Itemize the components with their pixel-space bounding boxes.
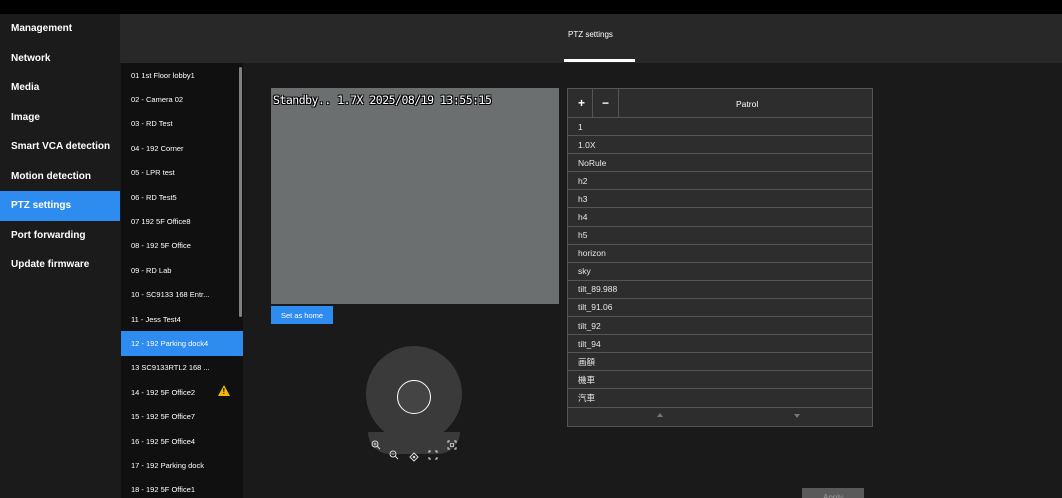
patrol-title: Patrol <box>736 99 759 109</box>
patrol-item[interactable]: h3 <box>568 190 872 209</box>
scroll-down-icon[interactable] <box>794 414 800 418</box>
joystick-knob[interactable] <box>397 380 431 414</box>
ptz-joystick[interactable] <box>366 346 462 462</box>
patrol-item[interactable]: NoRule <box>568 154 872 173</box>
camera-list-item[interactable]: 17 - 192 Parking dock <box>121 453 243 477</box>
camera-list-item[interactable]: 05 - LPR test <box>121 161 243 185</box>
settings-nav: Management Network Media Image Smart VCA… <box>0 14 120 498</box>
patrol-item[interactable]: sky <box>568 263 872 281</box>
camera-list-item[interactable]: 04 - 192 Corner <box>121 136 243 160</box>
patrol-item[interactable]: tilt_89.988 <box>568 281 872 299</box>
camera-list-item[interactable]: 18 - 192 5F Office1 <box>121 478 243 498</box>
patrol-item[interactable]: tilt_94 <box>568 335 872 354</box>
patrol-pager <box>568 406 872 426</box>
add-patrol-button[interactable]: + <box>571 89 593 117</box>
camera-list-item[interactable]: 13 SC9133RTL2 168 ... <box>121 356 243 380</box>
patrol-panel: + − Patrol 1 1.0X NoRule h2 h3 h4 h5 hor… <box>567 88 873 427</box>
camera-list-item[interactable]: 08 - 192 5F Office <box>121 234 243 258</box>
nav-item-ptz-settings[interactable]: PTZ settings <box>0 191 120 221</box>
center-icon[interactable] <box>409 452 419 462</box>
camera-list-item[interactable]: 03 - RD Test <box>121 112 243 136</box>
apply-button[interactable]: Apply <box>802 488 864 498</box>
camera-list-item[interactable]: 02 - Camera 02 <box>121 87 243 111</box>
nav-item-port-forwarding[interactable]: Port forwarding <box>0 221 120 251</box>
camera-label: 14 - 192 5F Office2 <box>131 387 196 397</box>
patrol-item[interactable]: h4 <box>568 208 872 227</box>
camera-list-item[interactable]: 07 192 5F Office8 <box>121 209 243 233</box>
tab-ptz-settings[interactable]: PTZ settings <box>568 30 613 39</box>
zoom-out-icon[interactable] <box>389 450 399 460</box>
page-header: PTZ settings <box>120 14 1062 63</box>
patrol-item[interactable]: 1 <box>568 118 872 137</box>
scroll-up-icon[interactable] <box>657 413 663 417</box>
patrol-item[interactable]: tilt_91.06 <box>568 299 872 318</box>
camera-list: 01 1st Floor lobby1 02 - Camera 02 03 - … <box>121 63 243 498</box>
camera-list-item[interactable]: 01 1st Floor lobby1 <box>121 63 243 87</box>
camera-list-item[interactable]: 16 - 192 5F Office4 <box>121 429 243 453</box>
camera-list-item[interactable]: 15 - 192 5F Office7 <box>121 404 243 428</box>
camera-list-item[interactable]: 14 - 192 5F Office2 <box>121 380 243 404</box>
camera-list-item[interactable]: 11 - Jess Test4 <box>121 307 243 331</box>
camera-list-scrollbar[interactable] <box>239 67 242 317</box>
active-tab-indicator <box>564 59 635 62</box>
nav-item-smart-vca[interactable]: Smart VCA detection <box>0 132 120 162</box>
camera-list-item-selected[interactable]: 12 - 192 Parking dock4 <box>121 331 243 356</box>
set-as-home-button[interactable]: Set as home <box>271 306 333 324</box>
nav-item-motion-detection[interactable]: Motion detection <box>0 162 120 192</box>
nav-item-media[interactable]: Media <box>0 73 120 103</box>
nav-item-management[interactable]: Management <box>0 14 120 44</box>
video-overlay-text: Standby.. 1.7X 2025/08/19 13:55:15 <box>273 93 492 107</box>
camera-list-item[interactable]: 10 - SC9133 168 Entr... <box>121 283 243 307</box>
camera-list-item[interactable]: 09 - RD Lab <box>121 258 243 282</box>
patrol-item[interactable]: h2 <box>568 172 872 191</box>
remove-patrol-button[interactable]: − <box>593 89 619 117</box>
video-preview[interactable]: Standby.. 1.7X 2025/08/19 13:55:15 <box>271 88 559 304</box>
fullscreen-icon[interactable] <box>447 440 457 450</box>
patrol-header: + − Patrol <box>568 89 872 118</box>
patrol-item[interactable]: h5 <box>568 227 872 245</box>
warning-icon <box>218 385 230 397</box>
nav-item-update-firmware[interactable]: Update firmware <box>0 250 120 280</box>
patrol-item[interactable]: 1.0X <box>568 136 872 155</box>
nav-item-image[interactable]: Image <box>0 103 120 133</box>
zoom-in-icon[interactable] <box>371 440 381 450</box>
patrol-item[interactable]: 汽車 <box>568 389 872 408</box>
fit-icon[interactable] <box>428 450 438 460</box>
patrol-item[interactable]: 画額 <box>568 353 872 372</box>
patrol-item[interactable]: 機車 <box>568 371 872 390</box>
camera-list-item[interactable]: 06 - RD Test5 <box>121 185 243 209</box>
patrol-item[interactable]: tilt_92 <box>568 317 872 336</box>
nav-item-network[interactable]: Network <box>0 44 120 74</box>
patrol-item[interactable]: horizon <box>568 245 872 263</box>
